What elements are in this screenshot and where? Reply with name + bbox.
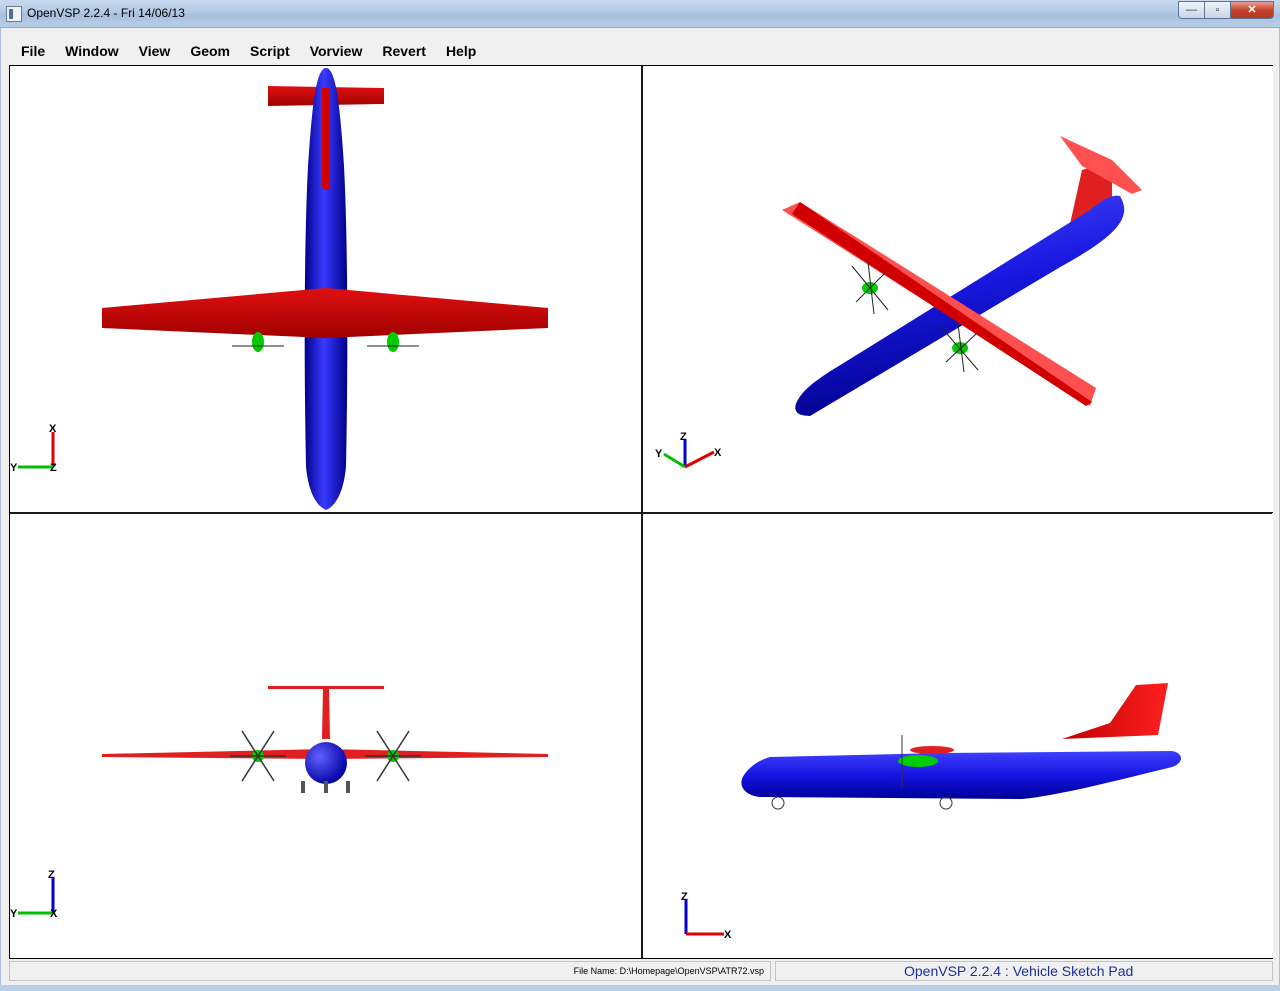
close-button[interactable]: ✕ xyxy=(1230,1,1274,19)
side-vertical-tail xyxy=(1062,683,1168,739)
front-axis-triad: Z Y X xyxy=(10,869,58,920)
viewport-front[interactable]: Z Y X xyxy=(10,513,641,958)
side-axis-label-vertical: Z xyxy=(681,891,688,903)
viewport-side[interactable]: Z X xyxy=(642,513,1273,958)
side-fuselage xyxy=(741,751,1181,799)
menu-file[interactable]: File xyxy=(9,43,53,59)
status-bar: File Name: D:\Homepage\OpenVSP\ATR72.vsp… xyxy=(9,961,1273,981)
menu-revert[interactable]: Revert xyxy=(370,43,434,59)
menu-script[interactable]: Script xyxy=(238,43,298,59)
iso-axis-label-left: Y xyxy=(655,448,663,460)
side-view-drawing: Z X xyxy=(681,683,1181,941)
top-axis-label-vertical: X xyxy=(49,423,57,435)
front-axis-label-vertical: Z xyxy=(48,869,55,881)
window-bottom-edge xyxy=(0,985,1280,991)
front-axis-label-horizontal: Y xyxy=(10,908,18,920)
front-view-drawing: Z Y X xyxy=(10,686,548,920)
front-landing-gear xyxy=(301,781,350,793)
viewport-iso[interactable]: Z Y X xyxy=(642,66,1273,512)
maximize-button[interactable]: ▫ xyxy=(1204,1,1231,19)
menu-geom[interactable]: Geom xyxy=(178,43,238,59)
viewport-top[interactable]: X Y Z xyxy=(10,66,641,512)
minimize-button[interactable]: — xyxy=(1178,1,1205,19)
top-vertical-tail xyxy=(322,88,330,190)
viewport-grid: X Y Z Z Y X Z Y X Z X xyxy=(9,65,1273,959)
iso-axis-triad: Z Y X xyxy=(655,431,722,469)
window-controls: — ▫ ✕ xyxy=(1178,1,1274,19)
top-view-drawing: X Y Z xyxy=(10,68,548,510)
status-banner-panel: OpenVSP 2.2.4 : Vehicle Sketch Pad xyxy=(775,961,1273,981)
menu-vorview[interactable]: Vorview xyxy=(298,43,371,59)
iso-view-drawing: Z Y X xyxy=(655,136,1142,469)
top-main-wing xyxy=(102,288,548,338)
iso-axis-label-up: Z xyxy=(680,431,687,443)
side-axis-label-horizontal: X xyxy=(724,929,732,941)
window-title-bar[interactable]: OpenVSP 2.2.4 - Fri 14/06/13 — ▫ ✕ xyxy=(0,0,1280,28)
client-area: File Window View Geom Script Vorview Rev… xyxy=(0,28,1280,991)
window-title: OpenVSP 2.2.4 - Fri 14/06/13 xyxy=(27,6,185,20)
side-wing-fairing xyxy=(910,746,954,754)
menu-help[interactable]: Help xyxy=(434,43,484,59)
app-icon xyxy=(6,6,22,22)
status-file-panel: File Name: D:\Homepage\OpenVSP\ATR72.vsp xyxy=(9,961,771,981)
top-axis-label-horizontal: Y xyxy=(10,462,18,474)
app-banner: OpenVSP 2.2.4 : Vehicle Sketch Pad xyxy=(904,963,1134,979)
front-vertical-tail xyxy=(322,686,330,739)
front-axis-label-corner: X xyxy=(50,908,58,920)
file-name-label: File Name: D:\Homepage\OpenVSP\ATR72.vsp xyxy=(573,966,764,976)
front-fuselage xyxy=(305,742,347,784)
side-axis-triad: Z X xyxy=(681,891,732,941)
iso-axis-label-right: X xyxy=(714,447,722,459)
top-axis-label-corner: Z xyxy=(50,462,57,474)
top-axis-triad: X Y Z xyxy=(10,423,57,474)
menu-bar: File Window View Geom Script Vorview Rev… xyxy=(9,40,484,62)
menu-view[interactable]: View xyxy=(127,43,179,59)
menu-window[interactable]: Window xyxy=(53,43,127,59)
viewport-divider-horizontal xyxy=(10,512,1272,514)
side-landing-gear xyxy=(771,796,953,810)
